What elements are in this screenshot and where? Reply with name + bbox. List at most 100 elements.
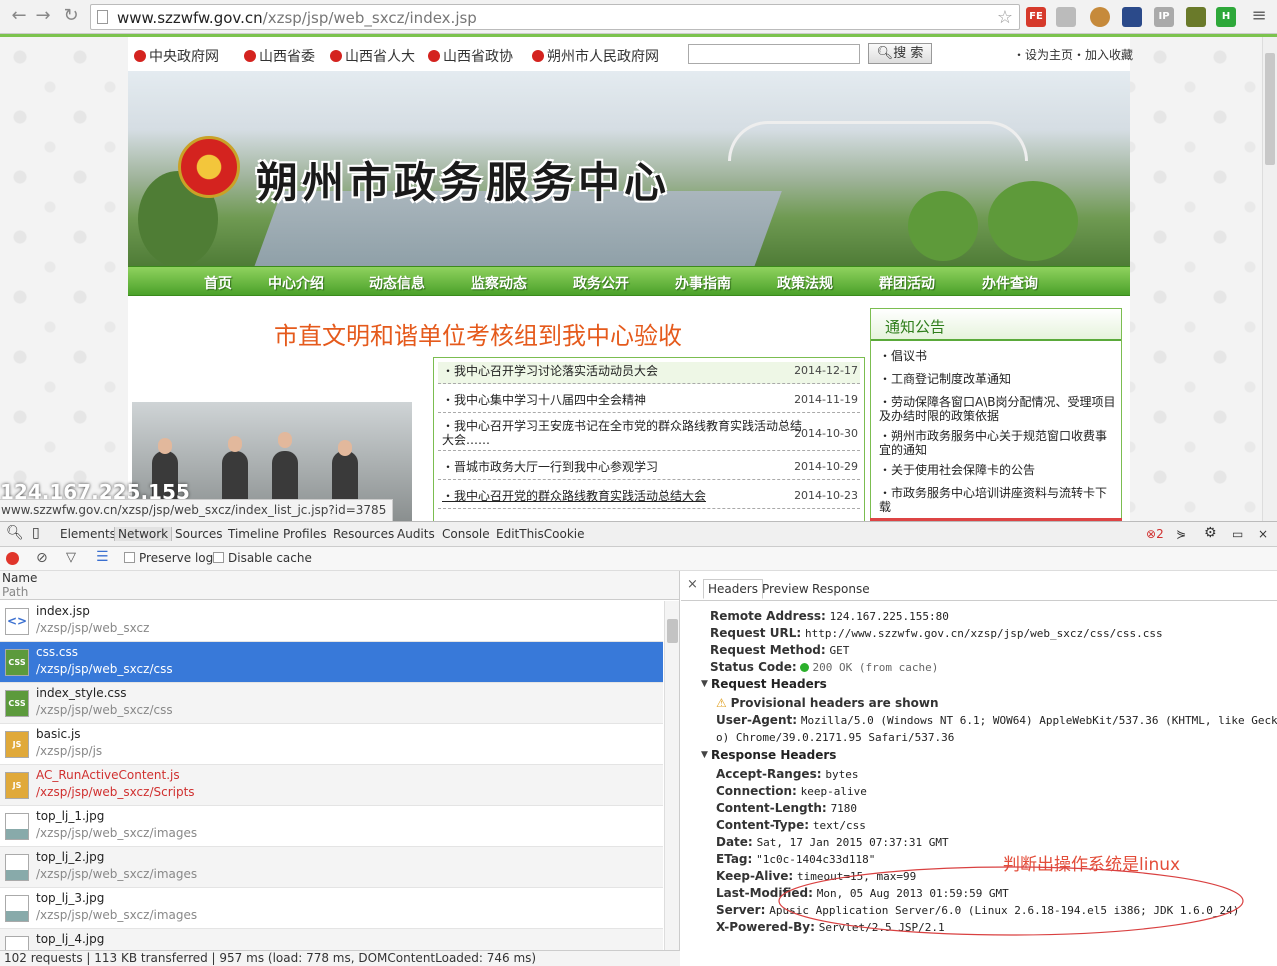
news-item[interactable]: ・晋城市政务大厅一行到我中心参观学习 2014-10-29 <box>438 458 860 480</box>
reload-icon[interactable]: ↻ <box>60 5 82 27</box>
column-path[interactable]: Path <box>2 585 28 599</box>
request-row[interactable]: top_lj_1.jpg /xzsp/jsp/web_sxcz/images <box>0 806 663 847</box>
site-search-input[interactable] <box>688 44 860 64</box>
nav-guide[interactable]: 办事指南 <box>675 273 731 293</box>
headline-link[interactable]: 市直文明和谐单位考核组到我中心验收 <box>274 316 682 351</box>
tab-resources[interactable]: Resources <box>333 527 394 541</box>
page-scrollbar[interactable] <box>1262 37 1277 521</box>
gov-link-central[interactable]: 中央政府网 <box>134 46 219 66</box>
column-name[interactable]: Name <box>2 571 37 585</box>
forward-icon[interactable]: → <box>32 5 54 27</box>
close-detail-icon[interactable]: × <box>687 577 698 592</box>
tab-elements[interactable]: Elements <box>60 527 116 541</box>
notice-item[interactable]: ・朔州市政务服务中心关于规范窗口收费事宜的通知 <box>879 429 1117 457</box>
notice-item[interactable]: ・倡议书 <box>879 349 1117 363</box>
device-mode-icon[interactable]: ▯ <box>32 525 40 541</box>
news-item[interactable]: ・我中心召开学习王安庞书记在全市党的群众路线教育实践活动总结大会…… 2014-… <box>438 419 860 451</box>
ip-extension-icon[interactable]: IP <box>1154 7 1174 27</box>
url-host: www.szzwfw.gov.cn <box>117 9 263 27</box>
nav-activities[interactable]: 群团活动 <box>879 273 935 293</box>
nav-news[interactable]: 动态信息 <box>369 273 425 293</box>
error-counter[interactable]: ⊗2 <box>1146 527 1164 541</box>
request-row[interactable]: CSS css.css /xzsp/jsp/web_sxcz/css <box>0 642 663 683</box>
nav-home[interactable]: 首页 <box>204 273 232 293</box>
homepage-favorites-links[interactable]: ・设为主页・加入收藏 <box>1013 46 1133 63</box>
preserve-log-checkbox[interactable] <box>124 552 135 563</box>
news-title[interactable]: ・我中心集中学习十八届四中全会精神 <box>442 391 646 408</box>
notice-item[interactable]: ・劳动保障各窗口A\B岗分配情况、受理项目及办结时限的政策依据 <box>879 395 1117 423</box>
inspect-search-icon[interactable]: 🔍︎ <box>6 525 24 541</box>
tab-preview[interactable]: Preview <box>762 582 809 596</box>
news-title[interactable]: ・我中心召开党的群众路线教育实践活动总结大会 <box>442 487 706 504</box>
record-icon[interactable] <box>6 552 19 565</box>
address-bar[interactable]: www.szzwfw.gov.cn/xzsp/jsp/web_sxcz/inde… <box>90 4 1020 30</box>
notice-item[interactable]: ・市政务服务中心培训讲座资料与流转卡下载 <box>879 486 1117 514</box>
news-item[interactable]: ・我中心集中学习十八届四中全会精神 2014-11-19 <box>438 391 860 413</box>
nav-policy[interactable]: 政策法规 <box>777 273 833 293</box>
close-devtools-icon[interactable]: × <box>1258 527 1268 541</box>
news-title[interactable]: ・我中心召开学习王安庞书记在全市党的群众路线教育实践活动总结大会…… <box>442 419 804 447</box>
tab-sources[interactable]: Sources <box>175 527 222 541</box>
bookmark-extension-icon[interactable] <box>1186 7 1206 27</box>
gov-link-label: 朔州市人民政府网 <box>547 49 659 65</box>
column-header[interactable]: Name Path <box>0 571 679 600</box>
tab-console[interactable]: Console <box>442 527 490 541</box>
news-item[interactable]: ・我中心召开学习讨论落实活动动员大会 2014-12-17 <box>438 362 860 384</box>
disable-cache-checkbox[interactable] <box>213 552 224 563</box>
console-drawer-icon[interactable]: ⋟ <box>1176 527 1186 541</box>
fe-extension-icon[interactable]: FE <box>1026 7 1046 27</box>
menu-icon[interactable]: ≡ <box>1248 5 1270 27</box>
filter-icon[interactable]: ▽ <box>66 550 76 565</box>
news-item[interactable]: ・我中心召开党的群众路线教育实践活动总结大会 2014-10-23 <box>438 487 860 509</box>
news-title[interactable]: ・晋城市政务大厅一行到我中心参观学习 <box>442 458 658 475</box>
nav-gov-affairs[interactable]: 政务公开 <box>573 273 629 293</box>
shield-extension-icon[interactable] <box>1056 7 1076 27</box>
gov-link-provincial-cppcc[interactable]: 山西省政协 <box>428 46 513 66</box>
request-row[interactable]: <> index.jsp /xzsp/jsp/web_sxcz <box>0 601 663 642</box>
notice-item[interactable]: ・工商登记制度改革通知 <box>879 372 1117 386</box>
expand-triangle-icon[interactable]: ▼ <box>701 750 708 760</box>
request-row[interactable]: JS AC_RunActiveContent.js /xzsp/jsp/web_… <box>0 765 663 806</box>
request-row[interactable]: JS basic.js /xzsp/jsp/js <box>0 724 663 765</box>
image-file-icon <box>5 854 29 881</box>
request-list-scrollbar[interactable] <box>664 601 679 955</box>
expand-triangle-icon[interactable]: ▼ <box>701 679 708 689</box>
site-search-button[interactable]: 🔍︎搜 索 <box>868 43 932 64</box>
back-icon[interactable]: ← <box>8 5 30 27</box>
tab-network[interactable]: Network <box>114 527 173 541</box>
annotation-ellipse-stroke <box>778 866 1244 936</box>
request-list-scrollbar-thumb[interactable] <box>667 619 678 643</box>
bookmark-star-icon[interactable]: ☆ <box>997 7 1013 28</box>
nav-query[interactable]: 办件查询 <box>982 273 1038 293</box>
page-scrollbar-thumb[interactable] <box>1265 53 1275 165</box>
tab-audits[interactable]: Audits <box>397 527 435 541</box>
request-row[interactable]: top_lj_3.jpg /xzsp/jsp/web_sxcz/images <box>0 888 663 929</box>
h-extension-icon[interactable]: H <box>1216 7 1236 27</box>
request-name: AC_RunActiveContent.js <box>36 768 180 782</box>
nav-about[interactable]: 中心介绍 <box>268 273 324 293</box>
tab-profiles[interactable]: Profiles <box>283 527 327 541</box>
gov-link-provincial-congress[interactable]: 山西省人大 <box>330 46 415 66</box>
request-row[interactable]: top_lj_2.jpg /xzsp/jsp/web_sxcz/images <box>0 847 663 888</box>
gov-link-city-gov[interactable]: 朔州市人民政府网 <box>532 46 659 66</box>
tab-response[interactable]: Response <box>812 582 870 596</box>
large-rows-icon[interactable]: ☰ <box>96 549 109 565</box>
cookie-extension-icon[interactable] <box>1090 7 1110 27</box>
nav-supervision[interactable]: 监察动态 <box>471 273 527 293</box>
news-title[interactable]: ・我中心召开学习讨论落实活动动员大会 <box>442 362 658 379</box>
tab-headers[interactable]: Headers <box>703 579 763 599</box>
request-path: /xzsp/jsp/web_sxcz/css <box>36 662 173 676</box>
clear-icon[interactable]: ⊘ <box>36 550 48 566</box>
disable-cache-toggle[interactable]: Disable cache <box>213 551 312 565</box>
dock-side-icon[interactable]: ▭ <box>1232 527 1243 541</box>
settings-gear-icon[interactable]: ⚙ <box>1204 525 1217 541</box>
tab-editthiscookie[interactable]: EditThisCookie <box>496 527 585 541</box>
notice-item[interactable]: ・关于使用社会保障卡的公告 <box>879 463 1117 477</box>
printer-extension-icon[interactable] <box>1122 7 1142 27</box>
gov-link-provincial-party[interactable]: 山西省委 <box>244 46 315 66</box>
preserve-log-toggle[interactable]: Preserve log <box>124 551 213 565</box>
request-row[interactable]: CSS index_style.css /xzsp/jsp/web_sxcz/c… <box>0 683 663 724</box>
tab-timeline[interactable]: Timeline <box>228 527 279 541</box>
request-headers-section[interactable]: Request Headers <box>711 677 827 691</box>
response-headers-section[interactable]: Response Headers <box>711 748 836 762</box>
